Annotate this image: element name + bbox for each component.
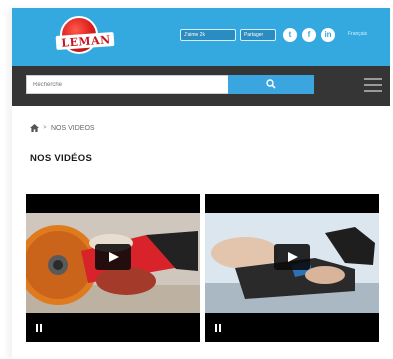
menu-bar: [364, 78, 382, 80]
menu-bar: [364, 84, 382, 86]
pause-icon[interactable]: [36, 324, 43, 332]
leman-logo[interactable]: LEMAN: [52, 16, 122, 60]
breadcrumb-current: NOS VIDEOS: [51, 125, 95, 132]
search-input[interactable]: [26, 75, 242, 94]
play-icon[interactable]: [274, 244, 310, 270]
search-icon: [266, 79, 276, 89]
home-icon[interactable]: [30, 124, 39, 132]
language-selector[interactable]: Français: [348, 31, 367, 37]
search-button[interactable]: [228, 75, 314, 94]
logo-wordmark: LEMAN: [60, 33, 112, 50]
twitter-icon[interactable]: t: [283, 28, 297, 42]
pause-icon[interactable]: [215, 324, 222, 332]
share-button[interactable]: Partager: [240, 29, 276, 41]
menu-bar: [364, 90, 382, 92]
video-player[interactable]: [205, 194, 379, 342]
facebook-icon[interactable]: f: [302, 28, 316, 42]
search-navbar: [12, 66, 390, 106]
video-controls: [205, 313, 379, 342]
breadcrumb-separator: >: [43, 125, 47, 131]
facebook-like-button[interactable]: J'aime 2k: [180, 29, 236, 41]
hamburger-menu-icon[interactable]: [364, 78, 382, 92]
play-icon[interactable]: [95, 244, 131, 270]
top-header: LEMAN J'aime 2k Partager t f in Français: [12, 8, 390, 66]
page-frame: LEMAN J'aime 2k Partager t f in Français…: [12, 8, 390, 359]
page-title: NOS VIDÉOS: [30, 153, 93, 164]
linkedin-icon[interactable]: in: [321, 28, 335, 42]
video-controls: [26, 313, 200, 342]
video-player[interactable]: [26, 194, 200, 342]
